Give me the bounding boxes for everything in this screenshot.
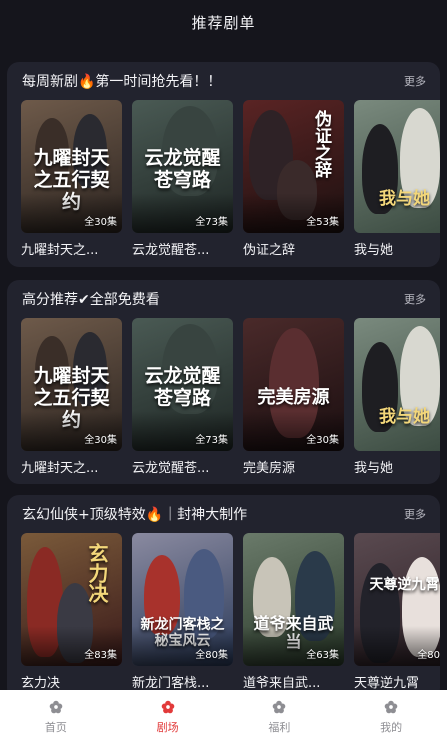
episode-count: 全30集 [306,435,339,446]
drama-section: 玄幻仙侠+顶级特效🔥｜封神大制作 更多 玄力决 全83集 玄力决 新龙门客栈之秘… [7,495,440,700]
tab-label: 剧场 [156,721,179,734]
drama-title[interactable]: 新龙门客栈... [132,672,233,691]
drama-title[interactable]: 天尊逆九霄 [354,672,440,691]
episode-count: 全53集 [306,217,339,228]
drama-poster[interactable]: 完美房源 全30集 [243,318,344,451]
poster-art-title: 玄力决 [85,543,109,603]
drama-poster[interactable]: 天尊逆九霄 全80集 [354,533,440,666]
section-header: 玄幻仙侠+顶级特效🔥｜封神大制作 更多 [7,495,440,533]
theater-page: 推荐剧单 每周新剧🔥第一时间抢先看！！ 更多 九曜封天之五行契约 全30集 九曜… [0,0,447,745]
drama-poster[interactable]: 云龙觉醒苍穹路 全73集 [132,318,233,451]
drama-poster[interactable]: 玄力决 全83集 [21,533,122,666]
drama-card[interactable]: 道爷来自武当 全63集 道爷来自武... [243,533,344,691]
tab-welfare[interactable]: 福利 [224,690,336,745]
poster-art-title: 我与她 [379,189,430,209]
section-title: 玄幻仙侠+顶级特效🔥｜封神大制作 [22,507,248,523]
drama-row: 九曜封天之五行契约 全30集 九曜封天之... 云龙觉醒苍穹路 全73集 云龙觉… [21,100,440,267]
more-link[interactable]: 更多 [404,291,426,307]
drama-card[interactable]: 九曜封天之五行契约 全30集 九曜封天之... [21,100,122,258]
episode-count: 全30集 [84,435,117,446]
drama-section: 每周新剧🔥第一时间抢先看！！ 更多 九曜封天之五行契约 全30集 九曜封天之..… [7,62,440,267]
drama-title[interactable]: 玄力决 [21,672,122,691]
flower-icon [49,700,63,714]
section-title: 每周新剧🔥第一时间抢先看！！ [22,74,222,90]
episode-count: 全63集 [306,650,339,661]
drama-poster[interactable]: 云龙觉醒苍穹路 全73集 [132,100,233,233]
episode-count: 全73集 [195,217,228,228]
drama-title[interactable]: 伪证之辞 [243,239,344,258]
drama-poster[interactable]: 新龙门客栈之秘宝风云 全80集 [132,533,233,666]
more-link[interactable]: 更多 [404,506,426,522]
tab-theater[interactable]: 剧场 [112,690,224,745]
drama-card[interactable]: 天尊逆九霄 全80集 天尊逆九霄 [354,533,440,691]
poster-art-title: 我与她 [379,407,430,427]
flower-icon [273,700,286,714]
more-link[interactable]: 更多 [404,73,426,89]
tab-mine[interactable]: 我的 [335,690,447,745]
flower-icon [384,700,398,714]
tab-home[interactable]: 首页 [0,690,112,745]
drama-card[interactable]: 玄力决 全83集 玄力决 [21,533,122,691]
drama-card[interactable]: 伪证之辞 全53集 伪证之辞 [243,100,344,258]
poster-art-title: 云龙觉醒苍穹路 [144,365,221,409]
drama-title[interactable]: 道爷来自武... [243,672,344,691]
drama-title[interactable]: 九曜封天之... [21,457,122,476]
section-title: 高分推荐✔全部免费看 [22,292,160,308]
episode-count: 全73集 [195,435,228,446]
episode-count: 全30集 [84,217,117,228]
drama-card[interactable]: 新龙门客栈之秘宝风云 全80集 新龙门客栈... [132,533,233,691]
drama-title[interactable]: 我与她 [354,457,440,476]
poster-art-title: 伪证之辞 [311,110,331,178]
drama-card[interactable]: 云龙觉醒苍穹路 全73集 云龙觉醒苍... [132,100,233,258]
drama-title[interactable]: 云龙觉醒苍... [132,239,233,258]
drama-poster[interactable]: 九曜封天之五行契约 全30集 [21,318,122,451]
section-header: 每周新剧🔥第一时间抢先看！！ 更多 [7,62,440,100]
drama-row: 九曜封天之五行契约 全30集 九曜封天之... 云龙觉醒苍穹路 全73集 云龙觉… [21,318,440,484]
drama-title[interactable]: 完美房源 [243,457,344,476]
tab-label: 我的 [380,721,403,734]
poster-art-title: 天尊逆九霄 [369,577,440,593]
top-bar: 推荐剧单 [0,0,447,44]
episode-count: 全80集 [417,650,440,661]
flower-icon [161,700,174,714]
drama-title[interactable]: 我与她 [354,239,440,258]
drama-card[interactable]: 我与她 我与她 [354,318,440,476]
section-header: 高分推荐✔全部免费看 更多 [7,280,440,318]
poster-art-title: 云龙觉醒苍穹路 [144,147,221,191]
drama-card[interactable]: 完美房源 全30集 完美房源 [243,318,344,476]
drama-poster[interactable]: 伪证之辞 全53集 [243,100,344,233]
drama-poster[interactable]: 道爷来自武当 全63集 [243,533,344,666]
drama-card[interactable]: 九曜封天之五行契约 全30集 九曜封天之... [21,318,122,476]
drama-poster[interactable]: 我与她 [354,318,440,451]
episode-count: 全80集 [195,650,228,661]
drama-section: 高分推荐✔全部免费看 更多 九曜封天之五行契约 全30集 九曜封天之... 云龙… [7,280,440,484]
drama-poster[interactable]: 我与她 [354,100,440,233]
episode-count: 全83集 [84,650,117,661]
drama-title[interactable]: 九曜封天之... [21,239,122,258]
drama-card[interactable]: 我与她 我与她 [354,100,440,258]
drama-card[interactable]: 云龙觉醒苍穹路 全73集 云龙觉醒苍... [132,318,233,476]
drama-title[interactable]: 云龙觉醒苍... [132,457,233,476]
page-title: 推荐剧单 [191,13,256,32]
bottom-tab-bar: 首页 剧场 福利 我的 [0,690,447,745]
drama-row: 玄力决 全83集 玄力决 新龙门客栈之秘宝风云 全80集 新龙门客栈... [21,533,440,700]
tab-label: 首页 [44,721,67,734]
poster-art-title: 完美房源 [257,387,330,408]
tab-label: 福利 [268,721,291,734]
drama-poster[interactable]: 九曜封天之五行契约 全30集 [21,100,122,233]
